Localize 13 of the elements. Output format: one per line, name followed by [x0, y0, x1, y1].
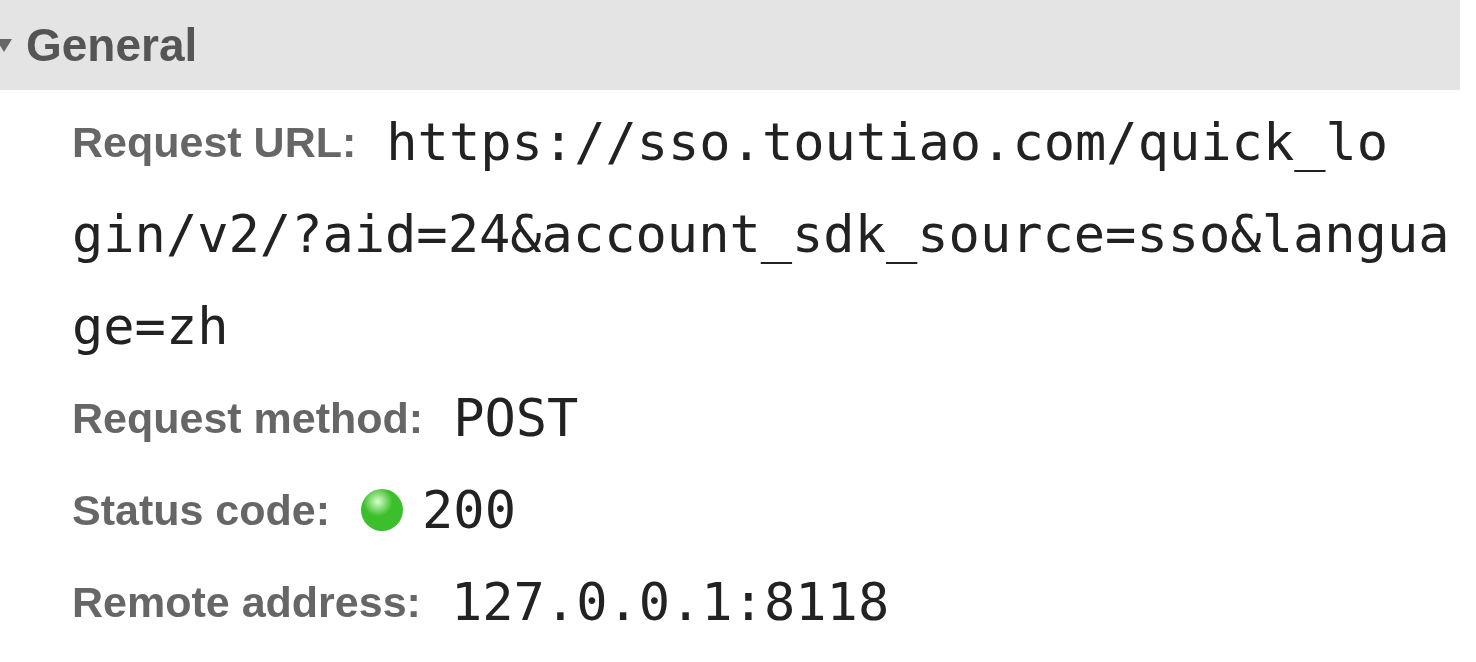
field-label: Request URL:	[72, 117, 357, 167]
field-value: 200	[422, 480, 516, 540]
field-value: https://sso.toutiao.com/quick_lo	[386, 112, 1389, 172]
disclosure-triangle-icon[interactable]	[0, 37, 12, 53]
field-value: 127.0.0.1:8118	[450, 572, 890, 632]
field-label: Status code:	[72, 485, 331, 535]
field-label: Request method:	[72, 393, 424, 443]
section-title: General	[26, 18, 198, 72]
field-value: gin/v2/?aid=24&account_sdk_source=sso&langua	[72, 204, 1450, 264]
field-label: Remote address:	[72, 577, 421, 627]
section-header[interactable]: General	[0, 0, 1460, 90]
field-value: POST	[453, 388, 579, 448]
field-value: ge=zh	[72, 296, 229, 356]
